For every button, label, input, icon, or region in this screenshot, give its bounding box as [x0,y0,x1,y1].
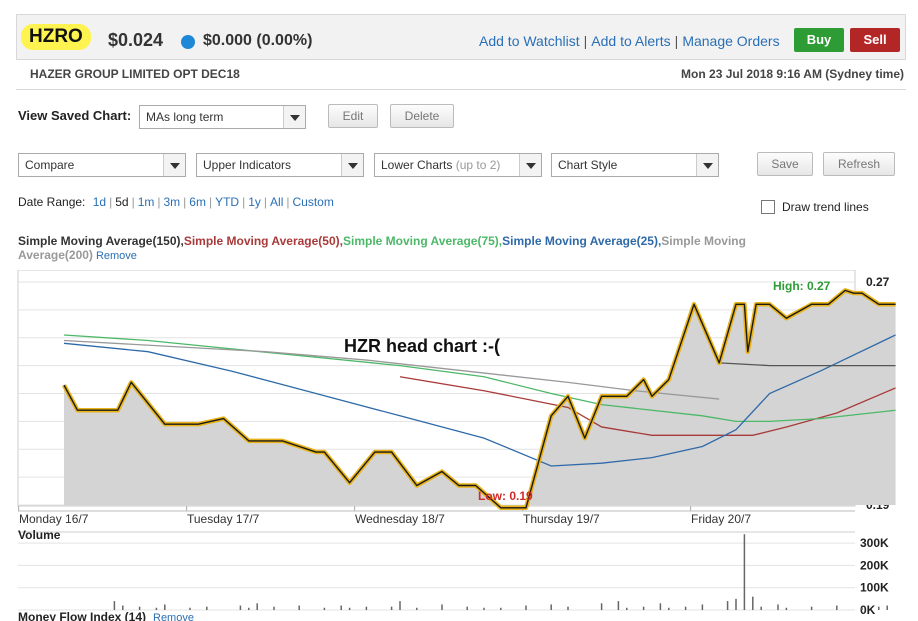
range-1m[interactable]: 1m [138,195,155,209]
range-custom[interactable]: Custom [293,195,334,209]
status-dot-icon [181,35,195,49]
compare-label: Compare [25,158,75,172]
manage-orders-link[interactable]: Manage Orders [682,33,779,49]
last-price: $0.024 [108,30,164,50]
chart-style-select[interactable]: Chart Style [551,153,719,177]
legend-sma50: Simple Moving Average(50), [183,234,343,248]
save-button[interactable]: Save [757,152,813,176]
add-to-alerts-link[interactable]: Add to Alerts [591,33,670,49]
header-links: Add to Watchlist | Add to Alerts | Manage Or… [479,33,780,49]
indicator-legend: Simple Moving Average(150),Simple Moving… [18,234,788,263]
low-label: Low: 0.19 [478,489,533,503]
trend-lines-checkbox[interactable] [761,200,775,214]
range-5d[interactable]: 5d [115,195,128,209]
company-name: HAZER GROUP LIMITED OPT DEC18 [30,67,240,81]
remove-indicators-link[interactable]: Remove [96,250,137,262]
lower-charts-select[interactable]: Lower Charts (up to 2) [374,153,542,177]
y-tick-label: 0.27 [866,275,890,289]
chart-style-label: Chart Style [558,158,618,172]
refresh-button[interactable]: Refresh [823,152,895,176]
edit-button[interactable]: Edit [328,104,378,128]
range-all[interactable]: All [270,195,283,209]
chevron-down-icon [341,154,363,176]
lower-charts-label: Lower Charts [381,158,453,172]
high-label: High: 0.27 [773,279,831,293]
company-bar: HAZER GROUP LIMITED OPT DEC18 Mon 23 Jul… [16,60,906,90]
lower-charts-hint: (up to 2) [455,158,501,172]
chart-annotation: HZR head chart :-( [344,336,500,356]
saved-chart-select[interactable]: MAs long term [139,105,306,129]
volume-tick-label: 200K [860,558,889,572]
range-ytd[interactable]: YTD [215,195,239,209]
mfi-label: Money Flow Index (14) [18,610,146,621]
chevron-down-icon [696,154,718,176]
add-to-watchlist-link[interactable]: Add to Watchlist [479,33,580,49]
date-range-bar: Date Range: 1d | 5d | 1m | 3m | 6m | YTD | 1y | All | Cu… [18,195,334,209]
price-chart[interactable]: 0.270.260.250.240.230.220.210.200.19Mond… [0,270,918,621]
chevron-down-icon [163,154,185,176]
range-1y[interactable]: 1y [248,195,261,209]
volume-label: Volume [18,528,61,542]
volume-tick-label: 300K [860,536,889,550]
ticker-symbol: HZRO [21,24,91,50]
range-1d[interactable]: 1d [93,195,106,209]
x-tick-label: Wednesday 18/7 [355,512,445,526]
buy-button[interactable]: Buy [794,28,844,52]
sell-button[interactable]: Sell [850,28,900,52]
upper-indicators-select[interactable]: Upper Indicators [196,153,364,177]
saved-chart-value: MAs long term [146,110,224,124]
trend-lines-label: Draw trend lines [782,200,869,214]
range-6m[interactable]: 6m [189,195,206,209]
price-change: $0.000 (0.00%) [203,32,313,49]
upper-indicators-label: Upper Indicators [203,158,292,172]
x-tick-label: Thursday 19/7 [523,512,600,526]
quote-datetime: Mon 23 Jul 2018 9:16 AM (Sydney time) [681,67,904,81]
volume-tick-label: 100K [860,581,889,595]
x-tick-label: Friday 20/7 [691,512,751,526]
chevron-down-icon [519,154,541,176]
saved-chart-label: View Saved Chart: [18,108,132,123]
quote-header: HZRO $0.024 $0.000 (0.00%) Add to Watchl… [16,14,906,60]
compare-select[interactable]: Compare [18,153,186,177]
mfi-remove-link[interactable]: Remove [153,612,194,621]
chevron-down-icon [283,106,305,128]
legend-sma75: Simple Moving Average(75), [342,234,503,248]
date-range-label: Date Range: [18,195,86,209]
x-tick-label: Tuesday 17/7 [187,512,260,526]
x-tick-label: Monday 16/7 [19,512,89,526]
delete-button[interactable]: Delete [390,104,454,128]
legend-sma150: Simple Moving Average(150), [18,234,184,248]
legend-sma25: Simple Moving Average(25), [502,234,662,248]
range-3m[interactable]: 3m [164,195,181,209]
